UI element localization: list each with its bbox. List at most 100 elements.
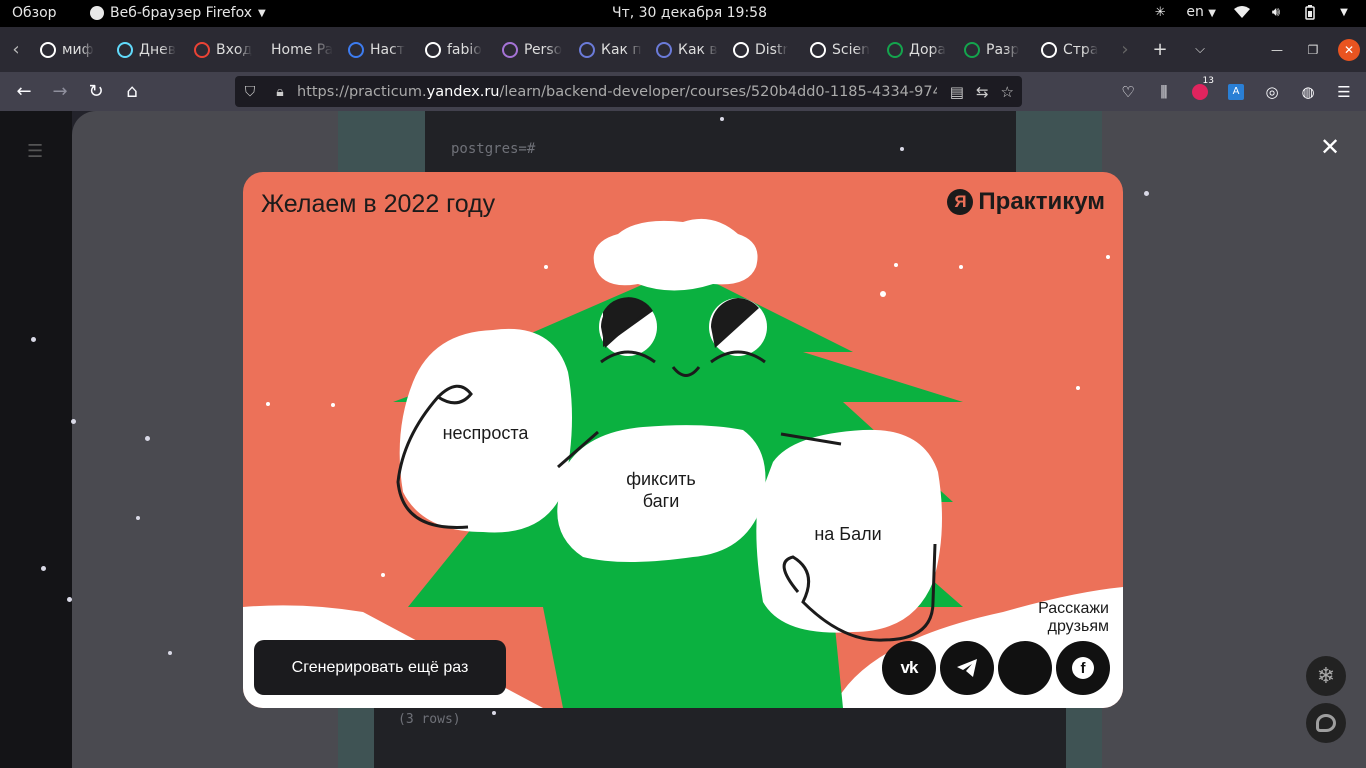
browser-tab[interactable]: Distr xyxy=(725,32,802,68)
facebook-icon: f xyxy=(1072,657,1094,679)
github-icon xyxy=(425,41,441,58)
share-ok-button[interactable] xyxy=(998,641,1052,695)
sciencedirect-icon xyxy=(810,41,826,58)
chevron-down-icon: ▼ xyxy=(1208,8,1216,19)
browser-tab[interactable]: Scien xyxy=(802,32,879,68)
minimize-button[interactable]: — xyxy=(1266,39,1288,61)
browser-tab[interactable]: Дора xyxy=(879,32,956,68)
hexo-icon xyxy=(502,41,518,58)
browser-tab[interactable]: fabio xyxy=(417,32,494,68)
activities-button[interactable]: Обзор xyxy=(12,5,57,21)
back-button[interactable]: ← xyxy=(6,76,42,108)
google-icon xyxy=(40,41,56,58)
home-button[interactable]: ⌂ xyxy=(114,76,150,108)
snowflake-toggle-button[interactable]: ❄ xyxy=(1306,656,1346,696)
code-terminal-bottom: (3 rows) xyxy=(374,701,1066,768)
forward-button[interactable]: → xyxy=(42,76,78,108)
browser-tab[interactable]: Как в xyxy=(648,32,725,68)
tabs-scroll-left-button[interactable]: ‹ xyxy=(0,27,32,72)
translator-icon[interactable]: A xyxy=(1222,78,1250,106)
card-title: Желаем в 2022 году xyxy=(261,190,496,218)
browser-tab[interactable]: Стра xyxy=(1033,32,1110,68)
pocket-icon[interactable]: ♡ xyxy=(1114,78,1142,106)
addon-badge: 13 xyxy=(1202,75,1214,86)
volume-icon[interactable]: 🔊︎ xyxy=(1268,4,1284,20)
code-rows-output: (3 rows) xyxy=(398,712,461,727)
share-vk-button[interactable]: vk xyxy=(882,641,936,695)
wish-text: неспроста xyxy=(442,423,529,443)
url-domain: yandex.ru xyxy=(426,83,500,100)
tracking-protection-icon[interactable]: ⛉ xyxy=(235,84,265,100)
menu-icon[interactable]: ☰ xyxy=(1330,78,1358,106)
close-modal-button[interactable]: ✕ xyxy=(1320,135,1340,159)
browser-tab[interactable]: Как п xyxy=(571,32,648,68)
fl-icon xyxy=(964,41,980,58)
url-path: /learn/backend-developer/courses/520b4dd… xyxy=(499,83,937,100)
url-bar[interactable]: ⛉ 🔒︎ https://practicum.yandex.ru/learn/b… xyxy=(235,76,1022,107)
brand-name: Практикум xyxy=(978,188,1105,215)
snowflake xyxy=(67,597,72,602)
tab-title: миф xyxy=(62,41,94,58)
lock-icon[interactable]: 🔒︎ xyxy=(265,84,295,100)
snowflake xyxy=(145,436,150,441)
tab-title: Как п xyxy=(601,41,642,58)
app-menu[interactable]: Веб-браузер Firefox ▼ xyxy=(90,5,266,21)
wifi-icon[interactable] xyxy=(1234,4,1250,20)
power-icon[interactable]: ▼ xyxy=(1336,4,1352,20)
snowflake xyxy=(492,711,496,715)
browser-tab[interactable]: Наст xyxy=(340,32,417,68)
web-page: ☰ postgres=# (3 rows) ✕ Желаем в 2022 го… xyxy=(0,111,1366,768)
clock[interactable]: Чт, 30 декабря 19:58 xyxy=(612,5,767,21)
wish-text: на Бали xyxy=(814,524,882,544)
snowflake-icon: ❄ xyxy=(1316,663,1336,689)
share-facebook-button[interactable]: f xyxy=(1056,641,1110,695)
reload-button[interactable]: ↻ xyxy=(78,76,114,108)
close-window-button[interactable]: ✕ xyxy=(1338,38,1360,61)
share-telegram-button[interactable] xyxy=(940,641,994,695)
tabs-scroll-right-button[interactable]: › xyxy=(1110,32,1140,68)
reader-view-icon[interactable]: ▤ xyxy=(950,83,964,101)
new-tab-button[interactable]: + xyxy=(1140,32,1180,68)
regenerate-button[interactable]: Сгенерировать ещё раз xyxy=(254,640,506,695)
practicum-logo[interactable]: Я Практикум xyxy=(947,188,1105,216)
tab-title: fabio xyxy=(447,41,482,58)
extension-owl-icon[interactable]: ◎ xyxy=(1258,78,1286,106)
course-sidebar: ☰ xyxy=(0,111,72,768)
snowflake xyxy=(1144,191,1149,196)
google-icon xyxy=(733,41,749,58)
adblock-icon[interactable]: 13 xyxy=(1186,75,1214,106)
browser-tab[interactable]: Днев xyxy=(109,32,186,68)
globe-icon[interactable]: ◍ xyxy=(1294,78,1322,106)
keyboard-layout[interactable]: en ▼ xyxy=(1186,4,1216,20)
browser-tab[interactable]: Вход xyxy=(186,32,263,68)
browser-tab[interactable]: Home Pa xyxy=(263,32,340,68)
browser-tab[interactable]: Perso xyxy=(494,32,571,68)
tab-title: Как в xyxy=(678,41,718,58)
tab-title: Стра xyxy=(1063,41,1099,58)
tab-title: Разр xyxy=(986,41,1020,58)
maximize-button[interactable]: ❐ xyxy=(1302,39,1324,61)
translate-icon[interactable]: ⇆ xyxy=(976,83,989,101)
battery-icon[interactable] xyxy=(1302,4,1318,20)
url-bar-actions: ▤ ⇆ ☆ xyxy=(950,76,1014,107)
hamburger-icon[interactable]: ☰ xyxy=(27,141,43,162)
react-icon xyxy=(117,41,133,58)
code-prompt: postgres=# xyxy=(451,141,536,157)
list-all-tabs-button[interactable]: ⌵ xyxy=(1180,32,1220,68)
library-icon[interactable]: ⫼ xyxy=(1150,78,1178,106)
tab-list: миф Днев Вход Home Pa Наст fabio Perso Как п Как… xyxy=(32,32,1110,68)
language-label: en xyxy=(1186,4,1204,20)
bookmark-star-icon[interactable]: ☆ xyxy=(1001,83,1014,101)
browser-tab[interactable]: Разр xyxy=(956,32,1033,68)
snowflake xyxy=(31,337,36,342)
chat-bubble-icon xyxy=(1316,714,1336,732)
browser-tab[interactable]: миф xyxy=(32,32,109,68)
tab-title: Наст xyxy=(370,41,405,58)
snowflake xyxy=(71,419,76,424)
system-top-bar: Обзор Веб-браузер Firefox ▼ Чт, 30 декаб… xyxy=(0,0,1366,27)
tab-title: Дора xyxy=(909,41,946,58)
chat-button[interactable] xyxy=(1306,703,1346,743)
url-text[interactable]: https://practicum.yandex.ru/learn/backen… xyxy=(297,84,937,100)
slack-icon[interactable]: ✳ xyxy=(1152,4,1168,20)
system-tray[interactable]: ✳ en ▼ 🔊︎ ▼ xyxy=(1152,4,1352,20)
